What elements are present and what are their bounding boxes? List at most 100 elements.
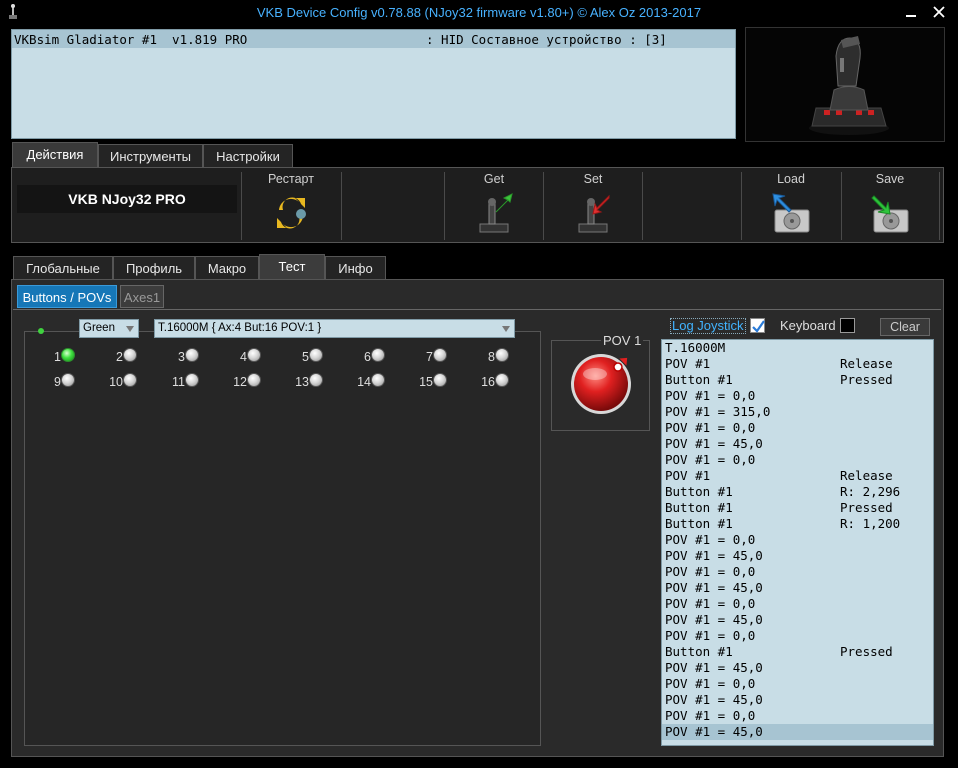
led-color-select[interactable]: Green bbox=[79, 319, 139, 338]
chevron-down-icon bbox=[502, 326, 510, 332]
log-state: R: 2,296 bbox=[840, 484, 901, 499]
log-state: Pressed bbox=[840, 500, 893, 515]
test-button-6: 6 bbox=[325, 348, 385, 366]
log-event: POV #1 = 0,0 bbox=[665, 420, 756, 435]
pov-title: POV 1 bbox=[601, 333, 644, 348]
log-event: Button #1 bbox=[665, 484, 733, 499]
led-color-value: Green bbox=[83, 322, 115, 334]
tab-settings[interactable]: Настройки bbox=[203, 144, 293, 168]
toolbar: VKB NJoy32 PRO Рестарт Get Set Load Save bbox=[11, 167, 944, 243]
log-joystick-checkbox[interactable] bbox=[750, 318, 765, 333]
log-event: POV #1 = 45,0 bbox=[665, 692, 763, 707]
test-button-8: 8 bbox=[449, 348, 509, 366]
subtab-divider bbox=[13, 309, 941, 310]
toolbar-divider bbox=[444, 172, 445, 240]
tab-profile[interactable]: Профиль bbox=[113, 256, 195, 279]
tab-tools[interactable]: Инструменты bbox=[98, 144, 203, 168]
toolbar-divider bbox=[741, 172, 742, 240]
log-line: T.16000M bbox=[662, 340, 933, 356]
test-button-9: 9 bbox=[15, 373, 75, 391]
log-line: POV #1 = 45,0 bbox=[662, 436, 933, 452]
log-event: POV #1 bbox=[665, 356, 711, 371]
clear-log-button[interactable]: Clear bbox=[880, 318, 930, 336]
close-icon[interactable] bbox=[928, 2, 950, 22]
tab-macro[interactable]: Макро bbox=[195, 256, 259, 279]
device-row[interactable]: VKBsim Gladiator #1 v1.819 PRO : HID Сос… bbox=[12, 30, 735, 48]
button-led-icon bbox=[371, 373, 385, 387]
button-led-icon bbox=[433, 348, 447, 362]
title-bar: VKB Device Config v0.78.88 (NJoy32 firmw… bbox=[0, 0, 958, 26]
log-state: Pressed bbox=[840, 372, 893, 387]
keyboard-checkbox[interactable] bbox=[840, 318, 855, 333]
button-number: 14 bbox=[357, 375, 371, 389]
log-joystick-label[interactable]: Log Joystick bbox=[670, 318, 746, 334]
get-button[interactable]: Get bbox=[446, 170, 542, 240]
log-line: POV #1 Release bbox=[662, 468, 933, 484]
log-state: Release bbox=[840, 356, 893, 371]
button-number: 6 bbox=[364, 350, 371, 364]
restart-label: Рестарт bbox=[268, 172, 314, 186]
tab-global[interactable]: Глобальные bbox=[13, 256, 113, 279]
test-button-12: 12 bbox=[201, 373, 261, 391]
save-label: Save bbox=[875, 172, 905, 186]
test-button-11: 11 bbox=[139, 373, 199, 391]
log-event: POV #1 = 0,0 bbox=[665, 708, 756, 723]
pov-hat-indicator bbox=[571, 354, 631, 414]
minimize-icon[interactable] bbox=[900, 2, 922, 22]
log-event: POV #1 = 45,0 bbox=[665, 436, 763, 451]
button-led-icon bbox=[433, 373, 447, 387]
log-state: R: 1,200 bbox=[840, 516, 901, 531]
subtab-axes[interactable]: Axes1 bbox=[120, 285, 164, 308]
log-line: POV #1 = 0,0 bbox=[662, 388, 933, 404]
log-line: Button #1 Pressed bbox=[662, 500, 933, 516]
buttons-panel bbox=[24, 331, 541, 746]
log-line: POV #1 = 45,0 bbox=[662, 660, 933, 676]
log-event: Button #1 bbox=[665, 516, 733, 531]
button-led-icon bbox=[61, 373, 75, 387]
button-led-icon bbox=[185, 373, 199, 387]
joystick-picture-icon bbox=[809, 36, 889, 135]
test-device-select[interactable]: T.16000M { Ax:4 But:16 POV:1 } bbox=[154, 319, 515, 338]
test-button-4: 4 bbox=[201, 348, 261, 366]
log-event: POV #1 = 0,0 bbox=[665, 452, 756, 467]
toolbar-divider bbox=[939, 172, 940, 240]
tab-actions[interactable]: Действия bbox=[12, 142, 98, 168]
log-event: POV #1 = 0,0 bbox=[665, 388, 756, 403]
log-event: POV #1 = 45,0 bbox=[665, 548, 763, 563]
tab-info[interactable]: Инфо bbox=[325, 256, 386, 279]
save-button[interactable]: Save bbox=[842, 170, 938, 240]
log-event: POV #1 = 315,0 bbox=[665, 404, 771, 419]
log-state: Release bbox=[840, 468, 893, 483]
subtab-buttons-povs[interactable]: Buttons / POVs bbox=[17, 285, 117, 308]
log-line: Button #1 Pressed bbox=[662, 644, 933, 660]
log-line: Button #1 Pressed bbox=[662, 372, 933, 388]
load-button[interactable]: Load bbox=[743, 170, 839, 240]
toolbar-divider bbox=[543, 172, 544, 240]
button-number: 2 bbox=[116, 350, 123, 364]
tab-test[interactable]: Тест bbox=[259, 254, 325, 279]
log-line: POV #1 = 45,0 bbox=[662, 612, 933, 628]
log-line: POV #1 = 45,0 bbox=[662, 580, 933, 596]
log-line: POV #1 Release bbox=[662, 356, 933, 372]
log-line: POV #1 = 0,0 bbox=[662, 564, 933, 580]
set-label: Set bbox=[583, 172, 603, 186]
test-button-5: 5 bbox=[263, 348, 323, 366]
device-list[interactable]: VKBsim Gladiator #1 v1.819 PRO : HID Сос… bbox=[11, 29, 736, 139]
test-button-7: 7 bbox=[387, 348, 447, 366]
joystick-image bbox=[745, 27, 945, 142]
button-number: 12 bbox=[233, 375, 247, 389]
restart-button[interactable]: Рестарт bbox=[243, 170, 339, 240]
log-line: POV #1 = 0,0 bbox=[662, 452, 933, 468]
toolbar-divider bbox=[341, 172, 342, 240]
device-hid-info: : HID Составное устройство : [3] bbox=[426, 32, 667, 47]
log-event: POV #1 = 0,0 bbox=[665, 532, 756, 547]
button-number: 5 bbox=[302, 350, 309, 364]
log-event: POV #1 = 0,0 bbox=[665, 564, 756, 579]
set-button[interactable]: Set bbox=[545, 170, 641, 240]
log-state: Pressed bbox=[840, 644, 893, 659]
event-log[interactable]: T.16000M POV #1 Release Button #1 Pressed POV… bbox=[661, 339, 934, 746]
test-button-13: 13 bbox=[263, 373, 323, 391]
button-number: 10 bbox=[109, 375, 123, 389]
get-joystick-icon bbox=[479, 193, 513, 233]
button-led-icon bbox=[371, 348, 385, 362]
